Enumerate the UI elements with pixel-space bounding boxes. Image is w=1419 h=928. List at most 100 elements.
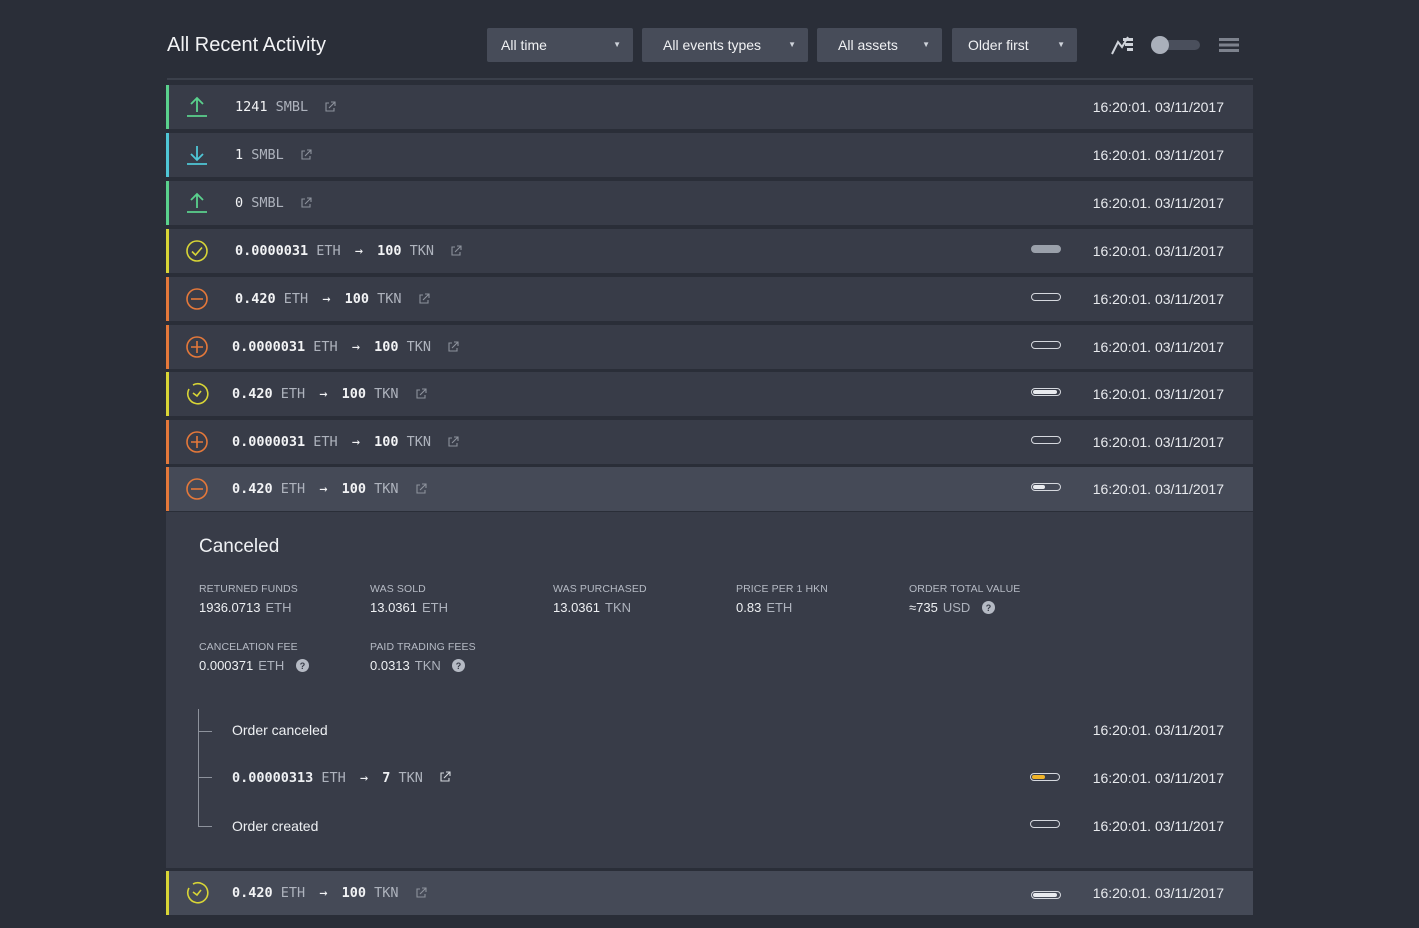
arrow-right-icon: → [319, 885, 328, 901]
unit: SMBL [251, 147, 284, 163]
from-unit: ETH [280, 386, 306, 402]
toggle-switch[interactable] [1150, 35, 1202, 55]
chevron-down-icon: ▼ [788, 40, 796, 49]
svg-text:?: ? [986, 603, 992, 613]
to-amount: 100 [374, 434, 399, 450]
external-link-icon[interactable] [415, 483, 427, 495]
svg-text:?: ? [300, 661, 306, 671]
was-purchased-label: WAS PURCHASED [553, 583, 647, 595]
pending-clock-icon [186, 881, 209, 904]
activity-row[interactable]: 0.420 ETH → 100 TKN 16:20:01. 03/11/2017 [166, 277, 1253, 321]
from-unit: ETH [321, 770, 346, 786]
history-timestamp: 16:20:01. 03/11/2017 [1092, 818, 1224, 834]
history-timestamp: 16:20:01. 03/11/2017 [1092, 770, 1224, 786]
history-tree-branch [198, 826, 212, 827]
external-link-icon[interactable] [415, 388, 427, 400]
external-link-icon[interactable] [439, 771, 451, 783]
history-tree-branch [198, 777, 212, 778]
history-order-canceled: Order canceled [232, 722, 328, 738]
timestamp: 16:20:01. 03/11/2017 [1092, 339, 1224, 355]
returned-funds-label: RETURNED FUNDS [199, 583, 298, 595]
plus-circle-icon [186, 336, 208, 358]
to-unit: TKN [374, 386, 399, 402]
chevron-down-icon: ▼ [922, 40, 930, 49]
to-unit: TKN [374, 885, 399, 901]
to-amount: 100 [374, 339, 399, 355]
from-unit: ETH [316, 243, 341, 259]
activity-row[interactable]: 1 SMBL 16:20:01. 03/11/2017 [166, 133, 1253, 177]
to-amount: 7 [382, 770, 391, 786]
activity-row[interactable]: 0 SMBL 16:20:01. 03/11/2017 [166, 181, 1253, 225]
progress-indicator [1031, 245, 1061, 253]
timestamp: 16:20:01. 03/11/2017 [1092, 195, 1224, 211]
activity-row[interactable]: 0.0000031 ETH → 100 TKN 16:20:01. 03/11/… [166, 325, 1253, 369]
chevron-down-icon: ▼ [613, 40, 621, 49]
progress-indicator [1031, 293, 1061, 301]
trading-fees-unit: TKN [414, 658, 441, 673]
was-sold-label: WAS SOLD [370, 583, 426, 595]
upload-icon [187, 192, 207, 213]
arrow-right-icon: → [351, 339, 360, 355]
amount: 1241 [235, 99, 268, 115]
chart-icon[interactable] [1109, 34, 1135, 56]
external-link-icon[interactable] [450, 245, 462, 257]
timestamp: 16:20:01. 03/11/2017 [1092, 291, 1224, 307]
activity-row[interactable]: 0.0000031 ETH → 100 TKN 16:20:01. 03/11/… [166, 229, 1253, 273]
chevron-down-icon: ▼ [1057, 40, 1065, 49]
event-type-filter-value: All events types [663, 37, 762, 53]
trading-fees-value: 0.0313 TKN ? [370, 658, 466, 673]
external-link-icon[interactable] [300, 197, 312, 209]
returned-funds-unit: ETH [265, 600, 292, 615]
price-unit: ETH [766, 600, 793, 615]
to-amount: 100 [377, 243, 402, 259]
progress-indicator [1030, 773, 1060, 781]
was-sold-amount: 13.0361 [370, 600, 417, 615]
progress-indicator [1031, 483, 1061, 491]
was-purchased-unit: TKN [605, 600, 631, 615]
external-link-icon[interactable] [300, 149, 312, 161]
to-unit: TKN [374, 481, 399, 497]
external-link-icon[interactable] [324, 101, 336, 113]
external-link-icon[interactable] [418, 293, 430, 305]
order-status-title: Canceled [199, 536, 280, 557]
download-icon [187, 146, 207, 165]
from-unit: ETH [313, 434, 338, 450]
from-unit: ETH [283, 291, 309, 307]
arrow-right-icon: → [359, 770, 369, 786]
help-icon[interactable]: ? [295, 659, 309, 672]
header-divider [167, 78, 1253, 80]
help-icon[interactable]: ? [452, 659, 466, 672]
to-amount: 100 [341, 481, 366, 497]
arrow-right-icon: → [354, 243, 363, 259]
activity-row[interactable]: 1241 SMBL 16:20:01. 03/11/2017 [166, 85, 1253, 129]
sort-order-dropdown[interactable]: Older first ▼ [952, 28, 1077, 62]
help-icon[interactable]: ? [981, 601, 995, 614]
from-unit: ETH [280, 481, 306, 497]
from-amount: 0.0000031 [232, 339, 306, 355]
activity-row[interactable]: 0.420 ETH → 100 TKN 16:20:01. 03/11/2017 [166, 871, 1253, 915]
timestamp: 16:20:01. 03/11/2017 [1092, 243, 1224, 259]
was-purchased-value: 13.0361 TKN [553, 600, 631, 615]
arrow-right-icon: → [351, 434, 360, 450]
cancelation-fee-unit: ETH [258, 658, 285, 673]
page-title: All Recent Activity [167, 34, 326, 56]
asset-filter-dropdown[interactable]: All assets ▼ [817, 28, 942, 62]
amount: 0 [235, 195, 244, 211]
from-amount: 0.420 [232, 885, 273, 901]
order-total-amount: ≈735 [909, 600, 938, 615]
activity-row[interactable]: 0.0000031 ETH → 100 TKN 16:20:01. 03/11/… [166, 420, 1253, 464]
was-sold-unit: ETH [422, 600, 448, 615]
activity-row[interactable]: 0.420 ETH → 100 TKN 16:20:01. 03/11/2017 [166, 372, 1253, 416]
external-link-icon[interactable] [415, 887, 427, 899]
to-unit: TKN [406, 434, 432, 450]
from-amount: 0.420 [235, 291, 276, 307]
event-type-filter-dropdown[interactable]: All events types ▼ [642, 28, 808, 62]
history-order-created: Order created [232, 818, 319, 834]
external-link-icon[interactable] [447, 436, 459, 448]
external-link-icon[interactable] [447, 341, 459, 353]
sort-order-value: Older first [968, 37, 1029, 53]
time-filter-dropdown[interactable]: All time ▼ [487, 28, 633, 62]
list-view-icon[interactable] [1219, 37, 1239, 53]
activity-row-expanded[interactable]: 0.420 ETH → 100 TKN 16:20:01. 03/11/2017 [166, 467, 1253, 511]
cancelation-fee-value: 0.000371 ETH ? [199, 658, 309, 673]
